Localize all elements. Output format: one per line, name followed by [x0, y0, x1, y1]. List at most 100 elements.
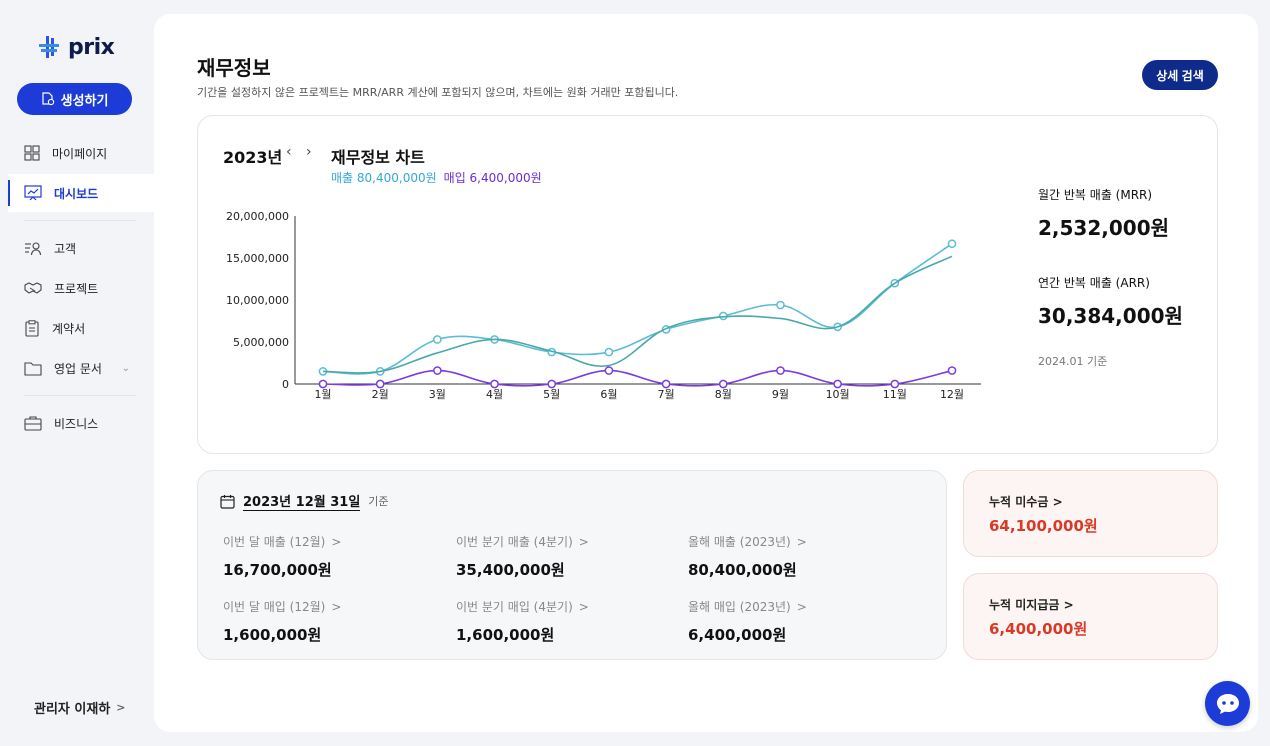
calendar-icon — [220, 494, 235, 509]
sidebar: prix 생성하기 마이페이지 대시보드 고객 프로젝트 계약서 영업 문서 ⌄… — [0, 0, 154, 746]
page-subtitle: 기간을 설정하지 않은 프로젝트는 MRR/ARR 계산에 포함되지 않으며, … — [197, 86, 679, 99]
chevron-right-icon: > — [331, 599, 342, 614]
chevron-right-icon: > — [796, 534, 807, 549]
arr-label: 연간 반복 매출 (ARR) — [1038, 276, 1150, 290]
stat-year-revenue[interactable]: 올해 매출 (2023년) > 80,400,000원 — [688, 533, 807, 580]
stat-quarter-purchase[interactable]: 이번 분기 매입 (4분기) > 1,600,000원 — [456, 598, 589, 645]
stat-value: 16,700,000원 — [223, 561, 332, 579]
stat-label: 이번 달 매입 (12월) — [223, 600, 326, 614]
sidebar-item-mypage[interactable]: 마이페이지 — [8, 134, 154, 172]
revenue-point — [604, 347, 614, 357]
x-tick-label: 4월 — [486, 388, 503, 401]
x-tick-label: 9월 — [772, 388, 789, 401]
detail-search-button[interactable]: 상세 검색 — [1142, 60, 1218, 90]
logo-text: prix — [68, 34, 115, 60]
x-tick-label: 5월 — [543, 388, 560, 401]
stat-month-purchase[interactable]: 이번 달 매입 (12월) > 1,600,000원 — [223, 598, 341, 645]
receivables-card[interactable]: 누적 미수금 > 64,100,000원 — [963, 470, 1218, 557]
sidebar-item-label: 마이페이지 — [52, 146, 108, 161]
y-tick-label: 10,000,000 — [226, 294, 289, 307]
finance-chart-card: 2023년 ‹ › 재무정보 차트 매출 80,400,000원 매입 6,40… — [197, 115, 1218, 454]
sidebar-nav: 마이페이지 대시보드 고객 프로젝트 계약서 영업 문서 ⌄ 비즈니스 — [8, 134, 154, 444]
briefcase-icon — [24, 416, 42, 431]
x-tick-label: 11월 — [883, 388, 907, 401]
handshake-icon — [24, 282, 42, 294]
summary-date[interactable]: 2023년 12월 31일 기준 — [220, 491, 389, 511]
revenue-trend-series-line — [322, 255, 953, 374]
revenue-series-line — [322, 243, 953, 375]
page-title: 재무정보 — [197, 56, 271, 80]
nav-divider — [24, 395, 136, 396]
chat-bubble-icon — [1216, 693, 1239, 714]
x-tick-label: 1월 — [314, 388, 331, 401]
x-tick-label: 3월 — [429, 388, 446, 401]
sidebar-item-contracts[interactable]: 계약서 — [8, 309, 154, 347]
stat-quarter-revenue[interactable]: 이번 분기 매출 (4분기) > 35,400,000원 — [456, 533, 589, 580]
purchase-point — [433, 366, 442, 375]
sidebar-item-label: 대시보드 — [54, 186, 99, 201]
create-button[interactable]: 생성하기 — [17, 83, 132, 115]
summary-date-value: 2023년 12월 31일 — [243, 491, 361, 511]
stat-label: 올해 매입 (2023년) — [688, 600, 791, 614]
nav-divider — [24, 220, 136, 221]
users-icon — [25, 242, 42, 256]
purchase-point — [604, 366, 614, 375]
purchase-point — [947, 366, 957, 375]
sidebar-item-sales-docs[interactable]: 영업 문서 ⌄ — [8, 349, 154, 387]
payables-label: 누적 미지급금 > — [989, 598, 1074, 612]
x-tick-label: 8월 — [715, 388, 732, 401]
receivables-label: 누적 미수금 > — [989, 495, 1063, 509]
sidebar-item-label: 비즈니스 — [54, 416, 99, 431]
clipboard-icon — [25, 319, 39, 337]
chevron-right-icon: > — [578, 534, 589, 549]
chat-support-button[interactable] — [1205, 681, 1250, 726]
sidebar-item-label: 영업 문서 — [54, 361, 102, 376]
chevron-right-icon: > — [796, 599, 807, 614]
purchase-point — [318, 379, 328, 389]
y-tick-label: 15,000,000 — [226, 252, 289, 265]
create-button-label: 생성하기 — [60, 92, 109, 108]
sidebar-item-dashboard[interactable]: 대시보드 — [8, 174, 154, 212]
new-document-icon — [41, 92, 54, 106]
purchase-point — [890, 379, 900, 389]
x-tick-label: 7월 — [658, 388, 675, 401]
x-tick-label: 12월 — [940, 388, 964, 401]
grid-icon — [24, 145, 40, 161]
folder-icon — [24, 361, 42, 376]
stat-month-revenue[interactable]: 이번 달 매출 (12월) > 16,700,000원 — [223, 533, 341, 580]
chevron-right-icon: > — [116, 701, 126, 714]
x-tick-label: 2월 — [372, 388, 389, 401]
stat-year-purchase[interactable]: 올해 매입 (2023년) > 6,400,000원 — [688, 598, 807, 645]
finance-line-chart: 0 5,000,000 10,000,000 15,000,000 20,000,000… — [226, 210, 981, 401]
chevron-down-icon[interactable]: ⌄ — [122, 363, 130, 374]
mrr-label: 월간 반복 매출 (MRR) — [1038, 188, 1153, 202]
sidebar-item-business[interactable]: 비즈니스 — [8, 404, 154, 442]
y-tick-label: 0 — [282, 378, 289, 391]
main-panel: 재무정보 기간을 설정하지 않은 프로젝트는 MRR/ARR 계산에 포함되지 … — [154, 14, 1258, 732]
admin-name: 관리자 이재하 — [34, 702, 111, 717]
admin-profile-link[interactable]: 관리자 이재하 > — [34, 698, 126, 717]
revenue-point — [433, 335, 442, 344]
logo[interactable]: prix — [36, 34, 115, 60]
data-as-of: 2024.01 기준 — [1038, 355, 1108, 368]
mrr-value: 2,532,000원 — [1038, 216, 1170, 240]
sidebar-item-projects[interactable]: 프로젝트 — [8, 269, 154, 307]
stat-value: 80,400,000원 — [688, 561, 797, 579]
revenue-point — [947, 239, 957, 249]
chevron-right-icon: > — [1052, 495, 1063, 509]
stat-label: 올해 매출 (2023년) — [688, 535, 791, 549]
stat-value: 6,400,000원 — [688, 626, 787, 644]
purchase-point — [661, 379, 671, 389]
arr-value: 30,384,000원 — [1038, 304, 1183, 328]
stat-label: 이번 분기 매출 (4분기) — [456, 535, 573, 549]
payables-card[interactable]: 누적 미지급금 > 6,400,000원 — [963, 573, 1218, 660]
x-tick-label: 10월 — [826, 388, 850, 401]
purchase-point — [776, 366, 785, 375]
sidebar-item-label: 고객 — [54, 241, 77, 256]
revenue-point — [776, 300, 785, 310]
sidebar-item-label: 프로젝트 — [54, 281, 99, 296]
sidebar-item-customers[interactable]: 고객 — [8, 229, 154, 267]
purchase-point — [490, 379, 499, 389]
chevron-right-icon: > — [578, 599, 589, 614]
purchase-point — [833, 379, 842, 389]
